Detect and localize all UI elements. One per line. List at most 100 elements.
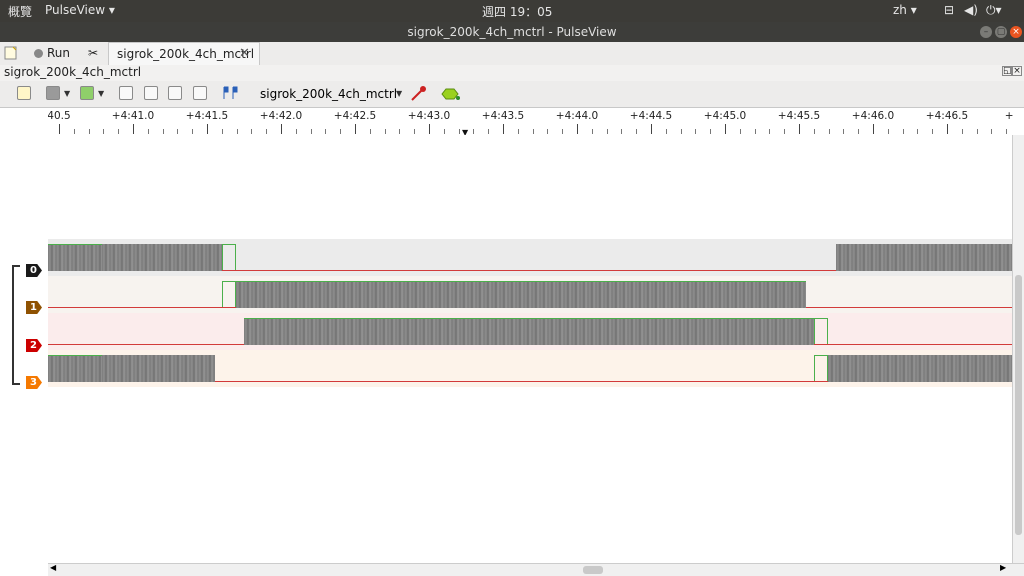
ruler-minor-tick bbox=[73, 129, 75, 134]
ruler-minor-tick bbox=[828, 129, 830, 134]
channel-label-3[interactable]: 3 bbox=[26, 376, 42, 389]
ruler-minor-tick bbox=[369, 129, 371, 134]
ruler-major-tick bbox=[503, 124, 504, 134]
ruler-minor-tick bbox=[710, 129, 712, 134]
ruler-minor-tick bbox=[606, 129, 608, 134]
device-selector[interactable]: sigrok_200k_4ch_mctrl bbox=[260, 87, 397, 101]
signal-activity-block bbox=[236, 281, 806, 308]
new-view-icon[interactable] bbox=[17, 86, 31, 100]
run-label: Run bbox=[47, 46, 71, 60]
channel-label-1[interactable]: 1 bbox=[26, 301, 42, 314]
volume-icon[interactable]: ◀) bbox=[964, 3, 978, 17]
open-icon[interactable] bbox=[46, 86, 60, 100]
system-top-bar: 概覽 PulseView ▾ 週四 19：05 zh ▾ ⊟ ◀) ⏻▾ bbox=[0, 0, 1024, 22]
ruler-minor-tick bbox=[88, 129, 90, 134]
ruler-minor-tick bbox=[473, 129, 475, 134]
ruler-minor-tick bbox=[917, 129, 919, 134]
ruler-minor-tick bbox=[192, 129, 194, 134]
app-menu[interactable]: PulseView ▾ bbox=[45, 3, 115, 17]
ruler-tick-label: +4:43.0 bbox=[407, 110, 451, 122]
tab-close-icon[interactable]: ✕ bbox=[239, 45, 250, 62]
zoom-one-to-one-icon[interactable] bbox=[193, 86, 207, 100]
ruler-major-tick bbox=[59, 124, 60, 134]
device-dropdown-icon[interactable]: ▼ bbox=[396, 89, 402, 98]
zoom-in-icon[interactable] bbox=[119, 86, 133, 100]
zoom-fit-icon[interactable] bbox=[168, 86, 182, 100]
ruler-major-tick bbox=[207, 124, 208, 134]
ruler-minor-tick bbox=[488, 129, 490, 134]
ruler-minor-tick bbox=[547, 129, 549, 134]
ruler-major-tick bbox=[651, 124, 652, 134]
vertical-scrollbar[interactable] bbox=[1012, 135, 1024, 563]
ruler-tick-label: +4:45.5 bbox=[777, 110, 821, 122]
signal-activity-block bbox=[828, 355, 1012, 382]
tools-icon[interactable]: ✂ bbox=[88, 45, 98, 62]
dock-close-icon[interactable]: × bbox=[1012, 66, 1022, 76]
run-button[interactable]: Run bbox=[34, 45, 70, 62]
ruler-minor-tick bbox=[147, 129, 149, 134]
ruler-tick-label: +4:46.0 bbox=[851, 110, 895, 122]
ruler-minor-tick bbox=[858, 129, 860, 134]
channel-group-bracket[interactable] bbox=[12, 265, 20, 385]
signal-activity-block bbox=[48, 244, 102, 271]
ruler-minor-tick bbox=[177, 129, 179, 134]
zoom-out-icon[interactable] bbox=[144, 86, 158, 100]
float-icon[interactable]: ◱ bbox=[1002, 66, 1012, 76]
ruler-tick-label: +4:46.5 bbox=[925, 110, 969, 122]
language-indicator[interactable]: zh ▾ bbox=[893, 3, 917, 17]
ruler-minor-tick bbox=[754, 129, 756, 134]
ruler-minor-tick bbox=[961, 129, 963, 134]
ruler-minor-tick bbox=[236, 129, 238, 134]
ruler-major-tick bbox=[281, 124, 282, 134]
tab-session[interactable]: sigrok_200k_4ch_mctrl ✕ bbox=[108, 42, 260, 65]
ruler-minor-tick bbox=[221, 129, 223, 134]
ruler-minor-tick bbox=[532, 129, 534, 134]
session-name: sigrok_200k_4ch_mctrl bbox=[4, 65, 142, 79]
ruler-minor-tick bbox=[458, 129, 460, 134]
scroll-left-icon[interactable]: ◀ bbox=[50, 563, 56, 572]
close-button[interactable]: × bbox=[1010, 26, 1022, 38]
signal-pulse bbox=[222, 281, 236, 307]
tab-session-label: sigrok_200k_4ch_mctrl bbox=[117, 47, 255, 61]
ruler-minor-tick bbox=[991, 129, 993, 134]
ruler-minor-tick bbox=[414, 129, 416, 134]
open-dropdown-icon[interactable]: ▼ bbox=[64, 89, 70, 98]
ruler-minor-tick bbox=[902, 129, 904, 134]
save-icon[interactable] bbox=[80, 86, 94, 100]
ruler-minor-tick bbox=[843, 129, 845, 134]
ruler-minor-tick bbox=[517, 129, 519, 134]
tab-row: Run ✂ sigrok_200k_4ch_mctrl ✕ bbox=[0, 42, 1024, 66]
vertical-scroll-thumb[interactable] bbox=[1015, 275, 1022, 535]
channel-label-2[interactable]: 2 bbox=[26, 339, 42, 352]
network-icon[interactable]: ⊟ bbox=[944, 3, 954, 17]
trace-high-line bbox=[48, 355, 102, 356]
signal-activity-block bbox=[102, 355, 215, 382]
horizontal-scrollbar[interactable]: ◀ ▶ bbox=[48, 563, 1024, 576]
probe-icon[interactable] bbox=[409, 85, 427, 106]
cursor-markers-icon[interactable] bbox=[221, 85, 239, 104]
signal-activity-block bbox=[244, 318, 814, 345]
ruler-tick-label: +4:43.5 bbox=[481, 110, 525, 122]
power-icon[interactable]: ⏻▾ bbox=[986, 3, 1002, 18]
record-icon bbox=[34, 49, 43, 58]
save-dropdown-icon[interactable]: ▼ bbox=[98, 89, 104, 98]
decoder-icon[interactable] bbox=[440, 86, 462, 105]
ruler-minor-tick bbox=[665, 129, 667, 134]
minimize-button[interactable]: – bbox=[980, 26, 992, 38]
ruler-major-tick bbox=[799, 124, 800, 134]
clock[interactable]: 週四 19：05 bbox=[482, 3, 552, 20]
time-ruler[interactable]: 40.5 +4:41.0 +4:41.5 +4:42.0 +4:42.5 +4:43.0 +… bbox=[48, 108, 1014, 136]
channel-label-0[interactable]: 0 bbox=[26, 264, 42, 277]
maximize-button[interactable]: ▢ bbox=[995, 26, 1007, 38]
ruler-minor-tick bbox=[621, 129, 623, 134]
new-session-icon[interactable] bbox=[3, 45, 19, 62]
signal-pulse bbox=[814, 355, 828, 381]
scroll-right-icon[interactable]: ▶ bbox=[1000, 563, 1006, 572]
trace-view[interactable] bbox=[48, 135, 1012, 563]
channel-label-column: 0 1 2 3 bbox=[0, 135, 48, 563]
ruler-tick-label: +4:44.0 bbox=[555, 110, 599, 122]
activities-button[interactable]: 概覽 bbox=[8, 3, 32, 20]
horizontal-scroll-thumb[interactable] bbox=[583, 566, 603, 574]
ruler-minor-tick bbox=[325, 129, 327, 134]
ruler-minor-tick bbox=[739, 129, 741, 134]
